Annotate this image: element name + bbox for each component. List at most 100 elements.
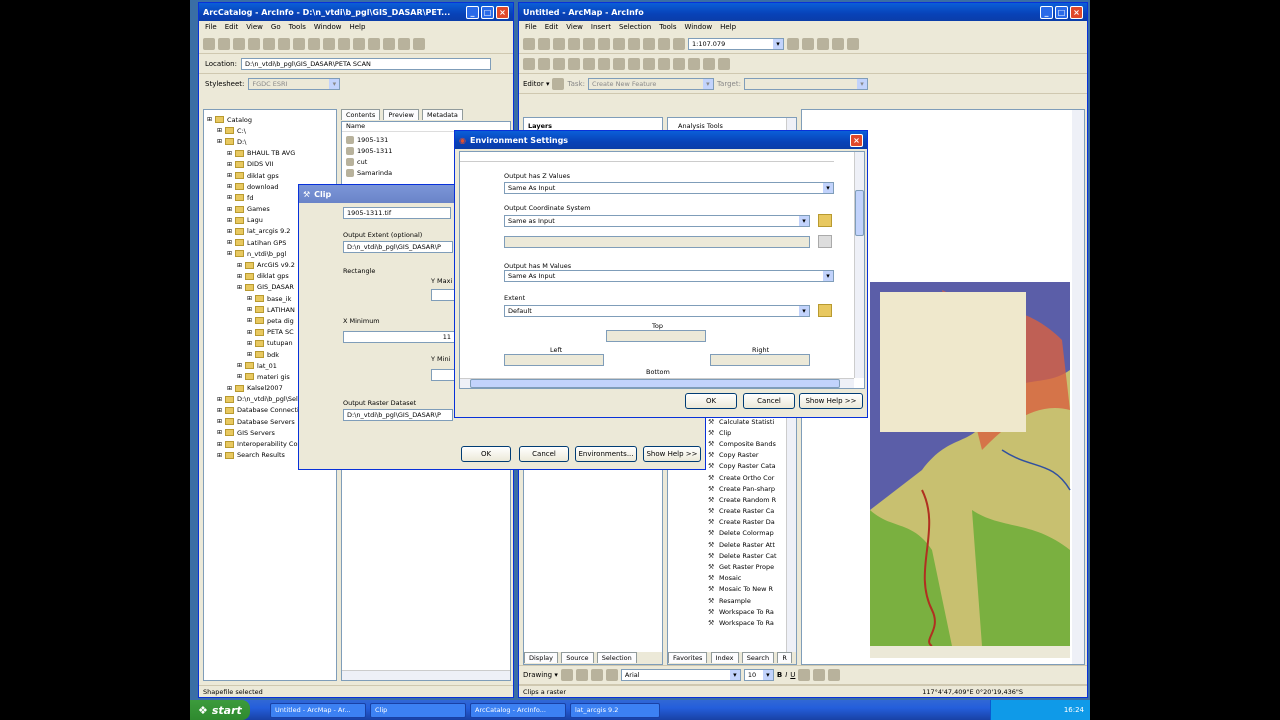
close-icon[interactable]: × xyxy=(850,133,863,147)
font-color-icon[interactable] xyxy=(798,669,811,681)
fill-color-icon[interactable] xyxy=(813,669,826,681)
delete-icon[interactable] xyxy=(278,37,290,50)
full-extent-icon[interactable] xyxy=(598,57,610,70)
expander-icon[interactable]: ⊞ xyxy=(237,262,242,269)
tree-item[interactable]: ⊞ DIDS VII xyxy=(207,159,333,170)
env-ok-button[interactable]: OK xyxy=(685,393,737,409)
toolbox-icon[interactable] xyxy=(817,37,829,50)
menu-file[interactable]: File xyxy=(525,23,537,32)
tool-item[interactable]: ⚒ Workspace To Ra xyxy=(708,617,777,628)
contents-hscroll[interactable] xyxy=(342,670,510,680)
browse-folder-icon[interactable] xyxy=(818,214,832,227)
pan-icon[interactable] xyxy=(583,57,595,70)
identify-icon[interactable] xyxy=(673,57,685,70)
fixed-zoom-out-icon[interactable] xyxy=(568,57,580,70)
find-icon[interactable] xyxy=(688,57,700,70)
clip-cancel-button[interactable]: Cancel xyxy=(519,446,569,462)
expander-icon[interactable]: ⊞ xyxy=(217,138,222,145)
zoom-out-icon[interactable] xyxy=(538,57,550,70)
output-raster-field[interactable]: D:\n_vtdi\b_pgl\GIS_DASAR\P xyxy=(343,409,453,421)
input-raster-field[interactable]: 1905-1311.tif xyxy=(343,207,451,219)
expander-icon[interactable]: ⊞ xyxy=(247,351,252,358)
target-select[interactable] xyxy=(743,77,868,90)
forward-extent-icon[interactable] xyxy=(628,57,640,70)
expander-icon[interactable]: ⊞ xyxy=(227,161,232,168)
tree-item[interactable]: ⊞ BHAUL TB AVG xyxy=(207,148,333,159)
expander-icon[interactable]: ⊞ xyxy=(217,452,222,459)
output-z-select[interactable]: Same As Input xyxy=(504,182,834,194)
menu-insert[interactable]: Insert xyxy=(591,23,611,32)
output-coordinate-select[interactable]: Same as Input xyxy=(504,215,810,227)
tab-preview[interactable]: Preview xyxy=(383,109,419,120)
command-line-icon[interactable] xyxy=(832,37,844,50)
taskbar-item-arccatalog[interactable]: ArcCatalog - ArcInfo... xyxy=(470,702,566,718)
maximize-icon[interactable]: □ xyxy=(1055,5,1068,19)
tab-index[interactable]: Index xyxy=(710,652,739,663)
arccatalog-icon[interactable] xyxy=(802,37,814,50)
tree-item[interactable]: ⊞ D:\ xyxy=(207,136,333,147)
expander-icon[interactable]: ⊞ xyxy=(247,306,252,313)
expander-icon[interactable]: ⊞ xyxy=(227,150,232,157)
paste-icon[interactable] xyxy=(263,37,275,50)
menu-help[interactable]: Help xyxy=(720,23,736,32)
bold-icon[interactable]: B xyxy=(777,671,782,679)
expander-icon[interactable]: ⊞ xyxy=(227,194,232,201)
menu-selection[interactable]: Selection xyxy=(619,23,651,32)
tool-item[interactable]: ⚒ Copy Raster xyxy=(708,450,777,461)
expander-icon[interactable]: ⊞ xyxy=(217,441,222,448)
location-input[interactable]: D:\n_vtdi\b_pgl\GIS_DASAR\PETA SCAN xyxy=(240,57,491,70)
connect-folder-icon[interactable] xyxy=(218,37,230,50)
expander-icon[interactable]: ⊞ xyxy=(217,429,222,436)
up-one-level-icon[interactable] xyxy=(203,37,215,50)
editor-toolbar-icon[interactable] xyxy=(787,37,799,50)
menu-go[interactable]: Go xyxy=(271,23,281,32)
taskbar-item-lat-arcgis[interactable]: lat_arcgis 9.2 xyxy=(570,702,660,718)
details-icon[interactable] xyxy=(323,37,335,50)
launch-arcmap-icon[interactable] xyxy=(353,37,365,50)
tool-item[interactable]: ⚒ Copy Raster Cata xyxy=(708,461,777,472)
env-vscroll-thumb[interactable] xyxy=(855,190,864,236)
add-data-icon[interactable] xyxy=(673,37,685,50)
redo-icon[interactable] xyxy=(658,37,670,50)
env-hscroll-thumb[interactable] xyxy=(470,379,840,388)
menu-view[interactable]: View xyxy=(566,23,583,32)
tool-item[interactable]: ⚒ Create Ortho Cor xyxy=(708,472,777,483)
menu-file[interactable]: File xyxy=(205,23,217,32)
tool-item[interactable]: ⚒ Create Pan-sharp xyxy=(708,483,777,494)
expander-icon[interactable]: ⊞ xyxy=(227,217,232,224)
fixed-zoom-in-icon[interactable] xyxy=(553,57,565,70)
expander-icon[interactable]: ⊞ xyxy=(237,273,242,280)
tab-metadata[interactable]: Metadata xyxy=(422,109,463,120)
select-elements-icon[interactable] xyxy=(658,57,670,70)
underline-icon[interactable]: U xyxy=(790,671,795,679)
expander-icon[interactable]: ⊞ xyxy=(227,385,232,392)
expander-icon[interactable]: ⊞ xyxy=(247,329,252,336)
list-icon[interactable] xyxy=(308,37,320,50)
stylesheet-select[interactable]: FGDC ESRI xyxy=(248,78,341,90)
menu-edit[interactable]: Edit xyxy=(225,23,239,32)
expander-icon[interactable]: ⊞ xyxy=(247,317,252,324)
env-titlebar[interactable]: ◉ Environment Settings × xyxy=(455,131,867,149)
open-icon[interactable] xyxy=(538,37,550,50)
cut-icon[interactable] xyxy=(583,37,595,50)
new-map-icon[interactable] xyxy=(523,37,535,50)
menu-tools[interactable]: Tools xyxy=(289,23,306,32)
arcmap-titlebar[interactable]: Untitled - ArcMap - ArcInfo _ □ × xyxy=(519,3,1087,21)
zoom-in-icon[interactable] xyxy=(523,57,535,70)
text-icon[interactable] xyxy=(605,669,618,681)
expander-icon[interactable]: ⊞ xyxy=(247,340,252,347)
help-icon[interactable] xyxy=(413,37,425,50)
save-icon[interactable] xyxy=(553,37,565,50)
maximize-icon[interactable]: □ xyxy=(481,5,494,19)
close-icon[interactable]: × xyxy=(1070,5,1083,19)
tool-item[interactable]: ⚒ Delete Colormap xyxy=(708,528,777,539)
tool-item[interactable]: ⚒ Mosaic xyxy=(708,573,777,584)
copy-icon[interactable] xyxy=(598,37,610,50)
print-icon[interactable] xyxy=(568,37,580,50)
expander-icon[interactable]: ⊞ xyxy=(217,407,222,414)
toolbox-icon[interactable] xyxy=(383,37,395,50)
tree-item[interactable]: ⊞ C:\ xyxy=(207,125,333,136)
tab-favorites[interactable]: Favorites xyxy=(668,652,708,663)
tab-search[interactable]: Search xyxy=(741,652,775,663)
tool-item[interactable]: ⚒ Mosaic To New R xyxy=(708,584,777,595)
